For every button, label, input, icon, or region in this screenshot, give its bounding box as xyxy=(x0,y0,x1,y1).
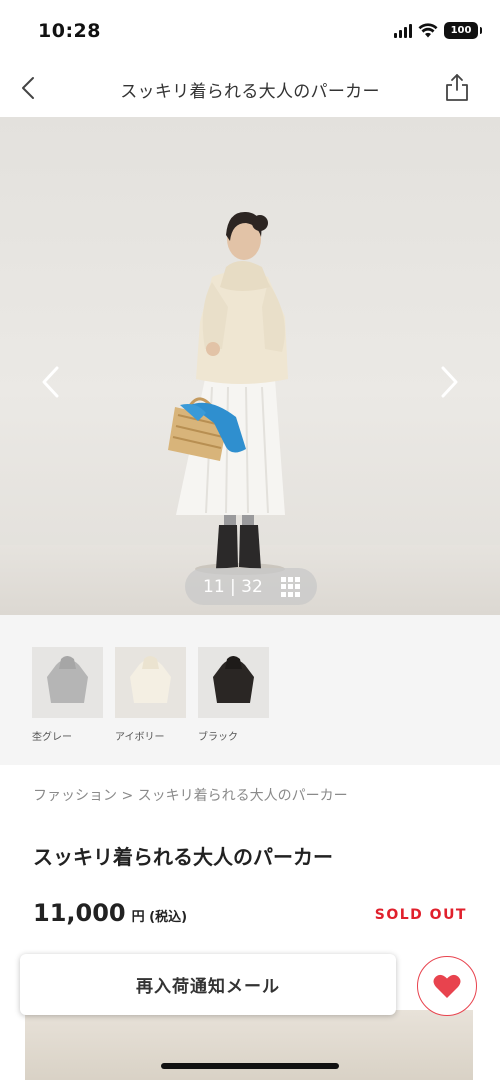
restock-notify-label: 再入荷通知メール xyxy=(136,977,280,997)
wifi-icon xyxy=(418,23,438,38)
product-title: スッキリ着られる大人のパーカー xyxy=(33,845,333,869)
home-indicator xyxy=(161,1063,339,1069)
color-option-gray[interactable]: 杢グレー xyxy=(32,647,103,743)
image-counter[interactable]: 11 | 32 xyxy=(185,568,317,605)
heart-icon xyxy=(433,974,461,998)
gallery-next-icon[interactable] xyxy=(434,362,464,402)
breadcrumb[interactable]: ファッション > スッキリ着られる大人のパーカー xyxy=(33,785,348,805)
status-icons: 100 xyxy=(394,22,482,39)
battery-icon: 100 xyxy=(444,22,482,39)
status-bar: 10:28 100 xyxy=(0,0,500,60)
gallery-prev-icon[interactable] xyxy=(36,362,66,402)
product-image-carousel[interactable]: 11 | 32 xyxy=(0,117,500,615)
signal-icon xyxy=(394,23,412,38)
share-icon[interactable] xyxy=(442,72,472,104)
color-option-black[interactable]: ブラック xyxy=(198,647,269,743)
favorite-button[interactable] xyxy=(417,956,477,1016)
swatch-label: 杢グレー xyxy=(32,732,72,743)
price-value: 11,000 xyxy=(33,899,126,927)
swatch-label: ブラック xyxy=(198,732,238,743)
stock-status-badge: SOLD OUT xyxy=(374,907,467,923)
swatch-image-black xyxy=(198,647,269,718)
color-option-ivory[interactable]: アイボリー xyxy=(115,647,186,743)
status-time: 10:28 xyxy=(38,20,101,42)
price-unit: 円 (税込) xyxy=(131,910,188,925)
nav-bar: スッキリ着られる大人のパーカー xyxy=(0,60,500,117)
color-options: 杢グレー アイボリー ブラック xyxy=(0,615,500,765)
price-row: 11,000 円 (税込) xyxy=(33,899,187,927)
swatch-label: アイボリー xyxy=(115,732,165,743)
battery-level: 100 xyxy=(450,25,472,36)
product-photo-model xyxy=(168,211,288,575)
restock-notify-button[interactable]: 再入荷通知メール xyxy=(20,954,396,1015)
page-title: スッキリ着られる大人のパーカー xyxy=(120,82,380,102)
swatch-image-ivory xyxy=(115,647,186,718)
grid-icon[interactable] xyxy=(281,577,301,597)
next-section-image xyxy=(25,1010,473,1080)
swatch-image-gray xyxy=(32,647,103,718)
back-chevron-icon[interactable] xyxy=(12,70,48,106)
image-counter-text: 11 | 32 xyxy=(203,576,263,597)
